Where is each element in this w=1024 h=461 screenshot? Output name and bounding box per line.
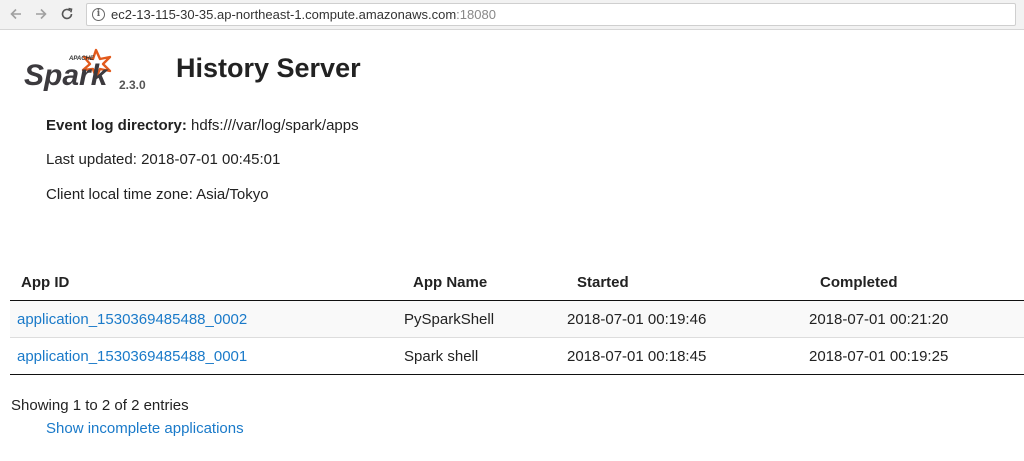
spark-version: 2.3.0 — [119, 78, 146, 92]
url-port: :18080 — [456, 7, 496, 22]
info-icon[interactable]: i — [92, 8, 105, 21]
logo-spark-text: Spark — [24, 59, 109, 92]
spark-logo[interactable]: APACHE Spark — [22, 44, 118, 94]
reload-icon[interactable] — [57, 4, 77, 24]
column-header-app-name[interactable]: App Name — [404, 264, 567, 301]
app-name-cell: PySparkShell — [404, 300, 567, 338]
back-arrow-icon[interactable] — [6, 4, 26, 24]
app-id-link[interactable]: application_1530369485488_0001 — [10, 348, 247, 365]
app-id-link[interactable]: application_1530369485488_0002 — [10, 311, 247, 328]
column-header-started[interactable]: Started — [567, 264, 809, 301]
address-bar[interactable]: i ec2-13-115-30-35.ap-northeast-1.comput… — [86, 3, 1016, 26]
event-log-value: hdfs:///var/log/spark/apps — [191, 117, 359, 134]
app-name-cell: Spark shell — [404, 337, 567, 375]
url-host: ec2-13-115-30-35.ap-northeast-1.compute.… — [111, 7, 457, 22]
started-cell: 2018-07-01 00:18:45 — [567, 337, 809, 375]
table-row: application_1530369485488_0001 Spark she… — [10, 337, 1024, 375]
started-cell: 2018-07-01 00:19:46 — [567, 300, 809, 338]
client-time-zone: Client local time zone: Asia/Tokyo — [46, 186, 269, 203]
column-header-completed[interactable]: Completed — [809, 264, 1024, 301]
browser-toolbar: i ec2-13-115-30-35.ap-northeast-1.comput… — [0, 0, 1024, 30]
event-log-label: Event log directory: — [46, 117, 187, 134]
event-log-directory: Event log directory: hdfs:///var/log/spa… — [46, 117, 359, 134]
column-header-app-id[interactable]: App ID — [10, 264, 404, 301]
table-header-row: App ID App Name Started Completed — [10, 264, 1024, 301]
forward-arrow-icon[interactable] — [31, 4, 51, 24]
table-row: application_1530369485488_0002 PySparkSh… — [10, 300, 1024, 338]
completed-cell: 2018-07-01 00:21:20 — [809, 300, 1024, 338]
show-incomplete-applications-link[interactable]: Show incomplete applications — [46, 420, 244, 437]
last-updated: Last updated: 2018-07-01 00:45:01 — [46, 151, 281, 168]
page-title: History Server — [176, 53, 361, 83]
applications-table: App ID App Name Started Completed applic… — [10, 264, 1024, 375]
completed-cell: 2018-07-01 00:19:25 — [809, 337, 1024, 375]
entries-info: Showing 1 to 2 of 2 entries — [11, 397, 189, 414]
